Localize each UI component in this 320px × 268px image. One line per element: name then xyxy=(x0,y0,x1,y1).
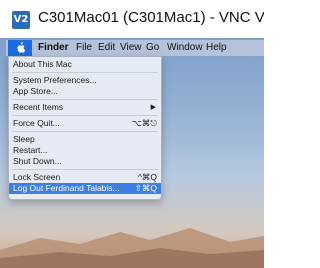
menu-item-system-preferences[interactable]: System Preferences... xyxy=(9,75,161,86)
menu-separator xyxy=(12,72,158,73)
menu-item-restart[interactable]: Restart... xyxy=(9,145,161,156)
window-titlebar[interactable]: V2 C301Mac01 (C301Mac1) - VNC Viewer xyxy=(0,0,264,39)
menu-item-shut-down[interactable]: Shut Down... xyxy=(9,156,161,167)
menu-edit[interactable]: Edit xyxy=(98,40,115,56)
menu-item-app-store[interactable]: App Store... xyxy=(9,86,161,97)
menu-help[interactable]: Help xyxy=(206,40,227,56)
menu-item-recent-items[interactable]: Recent Items ▶ xyxy=(9,102,161,113)
desktop-wallpaper-mountain xyxy=(0,228,264,268)
window-title: C301Mac01 (C301Mac1) - VNC Viewer xyxy=(38,9,264,26)
vnc-viewer-window: V2 C301Mac01 (C301Mac1) - VNC Viewer Fin… xyxy=(0,0,264,268)
menu-item-shortcut: ⌥⌘⎋ xyxy=(131,118,157,128)
menu-item-label: Shut Down... xyxy=(13,156,62,166)
menu-separator xyxy=(12,115,158,116)
menu-item-label: Restart... xyxy=(13,145,48,155)
apple-menu-dropdown: About This Mac System Preferences... App… xyxy=(8,56,162,200)
menu-go[interactable]: Go xyxy=(146,40,159,56)
menu-item-about-this-mac[interactable]: About This Mac xyxy=(9,59,161,70)
remote-desktop[interactable]: Finder File Edit View Go Window Help Abo… xyxy=(0,38,264,268)
menu-item-sleep[interactable]: Sleep xyxy=(9,134,161,145)
menu-item-force-quit[interactable]: Force Quit... ⌥⌘⎋ xyxy=(9,118,161,129)
menu-separator xyxy=(12,131,158,132)
menu-item-shortcut: ^⌘Q xyxy=(137,172,157,182)
menu-separator xyxy=(12,169,158,170)
menu-item-log-out[interactable]: Log Out Ferdinand Talabis... ⇧⌘Q xyxy=(9,183,161,194)
apple-logo-icon[interactable] xyxy=(8,40,32,56)
menu-item-label: Sleep xyxy=(13,134,35,144)
vnc-logo-icon: V2 xyxy=(12,11,30,29)
menu-item-label: About This Mac xyxy=(13,59,72,69)
mac-menubar: Finder File Edit View Go Window Help xyxy=(6,40,264,56)
menu-item-lock-screen[interactable]: Lock Screen ^⌘Q xyxy=(9,172,161,183)
menu-window[interactable]: Window xyxy=(167,40,203,56)
menu-view[interactable]: View xyxy=(120,40,142,56)
menu-item-label: App Store... xyxy=(13,86,58,96)
menu-item-label: Log Out Ferdinand Talabis... xyxy=(13,183,120,193)
menu-item-label: Lock Screen xyxy=(13,172,61,182)
menu-separator xyxy=(12,99,158,100)
menu-item-shortcut: ⇧⌘Q xyxy=(134,183,157,193)
menu-finder[interactable]: Finder xyxy=(38,40,69,56)
menu-file[interactable]: File xyxy=(76,40,92,56)
menu-item-label: Recent Items xyxy=(13,102,64,112)
submenu-arrow-icon: ▶ xyxy=(150,104,156,111)
menu-item-label: System Preferences... xyxy=(13,75,97,85)
menu-item-label: Force Quit... xyxy=(13,118,60,128)
